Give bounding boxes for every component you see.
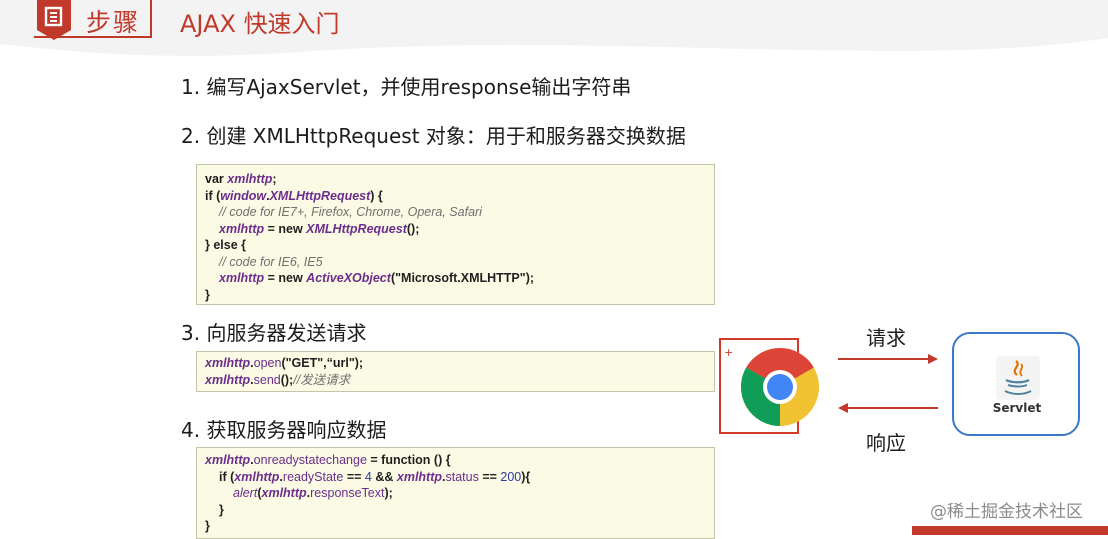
response-arrow — [838, 403, 938, 413]
code-line: xmlhttp.open("GET",“url"); — [205, 356, 364, 370]
code-line: } — [219, 502, 224, 517]
header-divider — [150, 0, 152, 36]
code-line: xmlhttp = new ActiveXObject("Microsoft.X… — [219, 271, 535, 285]
code-line: xmlhttp.onreadystatechange = function ()… — [205, 453, 451, 467]
request-arrow — [838, 354, 938, 364]
step-label: 步骤 — [86, 8, 141, 37]
header-underline — [34, 36, 152, 38]
code-comment: // code for IE7+, Firefox, Chrome, Opera… — [219, 205, 482, 219]
servlet-label: Servlet — [992, 401, 1042, 415]
code-line: if (window.XMLHttpRequest) { — [205, 188, 383, 203]
code-line: var xmlhttp; — [205, 172, 277, 186]
bottom-accent-bar — [912, 526, 1108, 535]
code-comment: // code for IE6, IE5 — [219, 254, 323, 269]
code-block-send: xmlhttp.open("GET",“url"); xmlhttp.send(… — [196, 351, 715, 392]
chrome-browser-icon — [740, 347, 819, 426]
step-1: 1. 编写AjaxServlet，并使用response输出字符串 — [181, 75, 632, 99]
watermark: @稀土掘金技术社区 — [930, 502, 1083, 522]
code-block-response: xmlhttp.onreadystatechange = function ()… — [196, 447, 715, 539]
step-3: 3. 向服务器发送请求 — [181, 321, 367, 345]
step-2: 2. 创建 XMLHttpRequest 对象：用于和服务器交换数据 — [181, 124, 686, 148]
plus-mark: + — [724, 346, 734, 359]
request-label: 请求 — [866, 326, 906, 350]
code-block-create-xhr: var xmlhttp; if (window.XMLHttpRequest) … — [196, 164, 715, 305]
code-line: } — [205, 287, 210, 302]
code-line: alert(xmlhttp.responseText); — [233, 486, 393, 500]
code-line: if (xmlhttp.readyState == 4 && xmlhttp.s… — [219, 469, 531, 484]
code-line: } — [205, 519, 210, 533]
code-line: xmlhttp.send();//发送请求 — [205, 372, 351, 387]
code-line: } else { — [205, 238, 247, 252]
response-label: 响应 — [866, 431, 906, 455]
code-line: xmlhttp = new XMLHttpRequest(); — [219, 221, 420, 236]
document-icon — [37, 0, 71, 40]
page-title: AJAX 快速入门 — [180, 10, 340, 38]
step-4: 4. 获取服务器响应数据 — [181, 418, 387, 442]
java-icon — [996, 356, 1040, 400]
header-background — [0, 0, 1108, 56]
